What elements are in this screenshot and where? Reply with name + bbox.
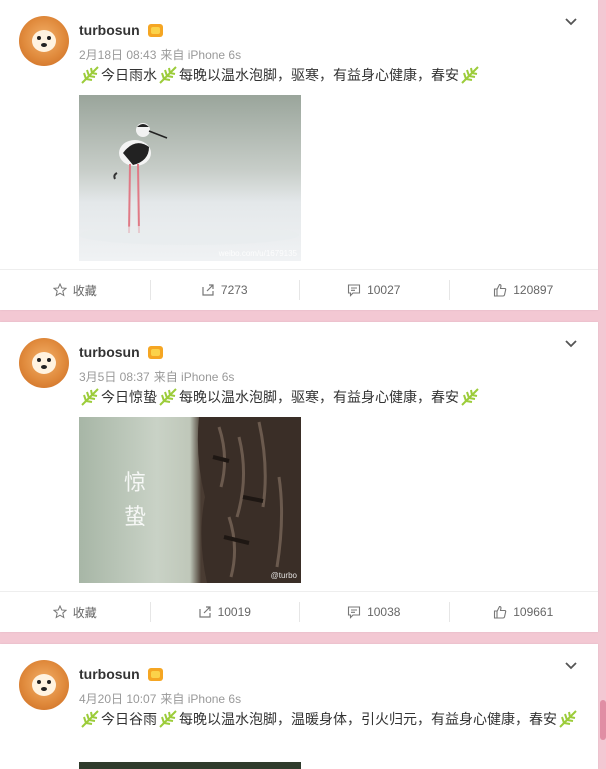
post-date[interactable]: 4月20日 10:07 [79,692,156,706]
avatar[interactable] [19,338,69,388]
comment-count: 10027 [367,283,401,297]
thumbs-up-icon [494,283,507,297]
repost-arrow-icon [198,606,211,618]
username[interactable]: turbosun [79,666,140,682]
like-button[interactable]: 120897 [448,270,599,310]
post-meta: 2月18日 08:43 来自 iPhone 6s [79,46,245,63]
comment-button[interactable]: 10027 [299,270,449,310]
post-text-a: 今日雨水 [101,67,157,83]
favorite-button[interactable]: 收藏 [0,270,150,310]
star-icon [52,605,67,619]
favorite-button[interactable]: 收藏 [0,592,150,632]
post-meta: 4月20日 10:07 来自 iPhone 6s [79,690,245,707]
like-count: 120897 [513,283,554,297]
post-text: 今日谷雨 每晚以温水泡脚，温暖身体，引火归元，有益身心健康，春安 [79,709,579,729]
scrollbar[interactable] [600,0,606,769]
favorite-label: 收藏 [72,283,97,298]
post-card: turbosun 2月18日 08:43 来自 iPhone 6s 今日雨水 每晚… [0,0,598,310]
chevron-down-icon[interactable] [563,336,579,352]
favorite-label: 收藏 [72,605,97,620]
post-text-a: 今日谷雨 [101,711,157,727]
post-meta: 3月5日 08:37 来自 iPhone 6s [79,368,238,385]
leaf-icon [81,66,99,84]
post-image[interactable]: weibo.com/u/1679135 [79,95,301,261]
post-text-b: 每晚以温水泡脚，驱寒，有益身心健康，春安 [179,67,459,83]
repost-button[interactable]: 10019 [149,592,300,632]
vip-badge-icon[interactable] [148,24,163,37]
post-source: 来自 iPhone 6s [160,48,242,62]
repost-count: 7273 [220,283,248,297]
post-card: turbosun 3月5日 08:37 来自 iPhone 6s 今日惊蛰 每晚以… [0,322,598,632]
like-count: 109661 [513,605,554,619]
leaf-icon [159,66,177,84]
chevron-down-icon[interactable] [563,658,579,674]
leaf-icon [559,710,577,728]
avatar[interactable] [19,16,69,66]
post-text-a: 今日惊蛰 [101,389,157,405]
leaf-icon [461,388,479,406]
leaf-icon [81,388,99,406]
comment-count: 10038 [367,605,401,619]
comment-button[interactable]: 10038 [299,592,449,632]
image-caption: 惊蛰 [124,471,147,530]
comment-bubble-icon [348,606,361,619]
thumbs-up-icon [494,605,507,619]
leaf-icon [159,388,177,406]
avatar[interactable] [19,660,69,710]
post-image[interactable]: 惊蛰 @turbo [79,417,301,583]
vip-badge-icon[interactable] [148,346,163,359]
scrollbar-thumb[interactable] [600,700,606,740]
like-button[interactable]: 109661 [448,592,599,632]
action-bar: 收藏 10019 10038 109661 [0,591,598,632]
chevron-down-icon[interactable] [563,14,579,30]
repost-arrow-icon [202,284,214,296]
username[interactable]: turbosun [79,344,140,360]
star-icon [52,283,67,297]
repost-count: 10019 [217,605,251,619]
vip-badge-icon[interactable] [148,668,163,681]
leaf-icon [81,710,99,728]
repost-button[interactable]: 7273 [149,270,300,310]
post-source: 来自 iPhone 6s [160,692,242,706]
post-date[interactable]: 2月18日 08:43 [79,48,156,62]
tree-bark-illustration [197,417,301,583]
post-text-b: 每晚以温水泡脚，驱寒，有益身心健康，春安 [179,389,459,405]
post-card: turbosun 4月20日 10:07 来自 iPhone 6s 今日谷雨 每晚… [0,644,598,769]
leaf-icon [461,66,479,84]
post-text: 今日雨水 每晚以温水泡脚，驱寒，有益身心健康，春安 [79,65,481,85]
post-source: 来自 iPhone 6s [153,370,235,384]
username[interactable]: turbosun [79,22,140,38]
image-watermark: weibo.com/u/1679135 [218,249,297,258]
post-date[interactable]: 3月5日 08:37 [79,370,150,384]
action-bar: 收藏 7273 10027 120897 [0,269,598,310]
image-watermark: @turbo [270,571,297,580]
post-text: 今日惊蛰 每晚以温水泡脚，驱寒，有益身心健康，春安 [79,387,481,407]
post-image[interactable] [79,762,301,769]
leaf-icon [159,710,177,728]
post-text-b: 每晚以温水泡脚，温暖身体，引火归元，有益身心健康，春安 [179,711,557,727]
bird-illustration [79,123,299,245]
comment-bubble-icon [348,284,361,297]
